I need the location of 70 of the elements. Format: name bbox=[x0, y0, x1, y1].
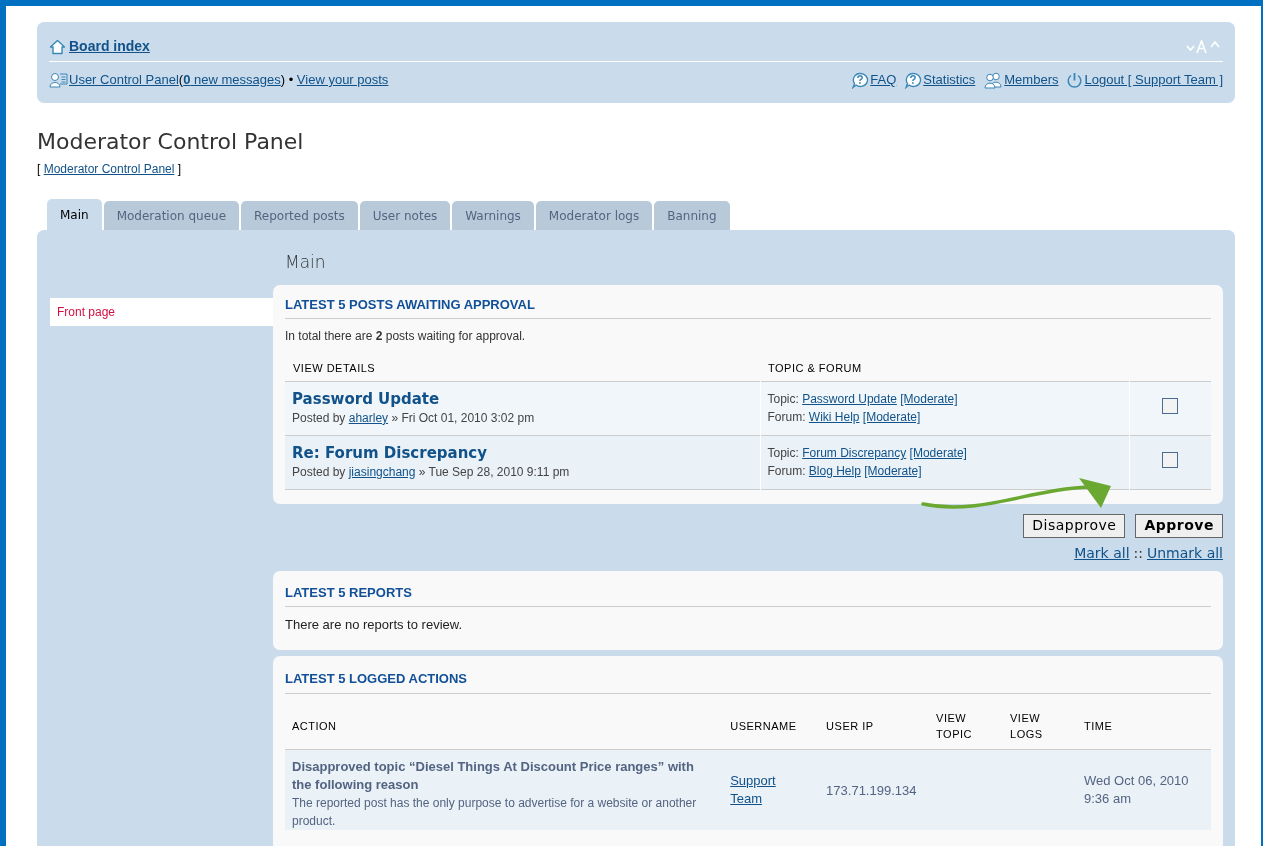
separator-text: :: bbox=[1133, 544, 1143, 564]
tab[interactable]: Moderation queue bbox=[103, 201, 240, 230]
disapprove-button[interactable]: Disapprove bbox=[1023, 513, 1126, 538]
nav-link[interactable]: FAQ bbox=[870, 70, 897, 90]
tab[interactable]: Moderator logs bbox=[535, 201, 653, 230]
panel-heading: LATEST 5 POSTS AWAITING APPROVAL bbox=[285, 294, 1211, 320]
help-icon bbox=[851, 71, 870, 89]
moderate-link[interactable]: [Moderate] bbox=[864, 464, 922, 479]
home-icon bbox=[49, 38, 66, 55]
moderate-link[interactable]: [Moderate] bbox=[862, 410, 921, 425]
column-header: USER IP bbox=[826, 718, 874, 734]
unmark-all-link[interactable]: Unmark all bbox=[1147, 543, 1223, 565]
view-posts-link[interactable]: View your posts bbox=[296, 72, 389, 88]
column-header: USERNAME bbox=[730, 718, 797, 734]
help-icon bbox=[904, 71, 923, 89]
checkbox[interactable] bbox=[1162, 451, 1179, 468]
post-title-link[interactable]: Password Update bbox=[292, 389, 440, 409]
column-header: ACTION bbox=[292, 718, 337, 734]
moderate-link[interactable]: [Moderate] bbox=[900, 392, 958, 407]
panel-heading: LATEST 5 REPORTS bbox=[285, 582, 1211, 608]
topic-text: Topic: Password Update [Moderate] bbox=[767, 391, 958, 409]
forum-link[interactable]: Wiki Help bbox=[808, 410, 860, 425]
section-heading: Main bbox=[285, 251, 326, 274]
tab[interactable]: Warnings bbox=[452, 201, 534, 230]
tab[interactable]: Reported posts bbox=[241, 201, 358, 230]
user-icon bbox=[49, 72, 69, 88]
tab[interactable]: Main bbox=[47, 199, 102, 230]
time-text: Wed Oct 06, 2010 9:36 am bbox=[1084, 772, 1190, 809]
checkbox[interactable] bbox=[1162, 397, 1179, 414]
control-panel-link[interactable]: User Control Panel bbox=[69, 72, 179, 88]
author-link[interactable]: jiasingchang bbox=[348, 464, 416, 479]
nav-link[interactable]: Members bbox=[1004, 70, 1059, 90]
tab[interactable]: User notes bbox=[359, 201, 451, 230]
board-index-link[interactable]: Board index bbox=[69, 36, 150, 57]
author-link[interactable]: aharley bbox=[348, 410, 389, 425]
ip-text: 173.71.199.134 bbox=[826, 782, 917, 798]
byline-text: Posted by aharley » Fri Oct 01, 2010 3:02 pm bbox=[292, 409, 535, 427]
byline-text: Posted by jiasingchang » Tue Sep 28, 2010 9:11 pm bbox=[292, 463, 570, 481]
reason-text: The reported post has the only purpose to advertise for a website or another product. bbox=[292, 795, 698, 831]
approve-button[interactable]: Approve bbox=[1135, 513, 1223, 538]
mark-all-link[interactable]: Mark all bbox=[1074, 543, 1130, 565]
sidebar-item[interactable]: Front page bbox=[50, 298, 273, 326]
members-icon bbox=[983, 71, 1004, 89]
column-header: VIEW TOPIC bbox=[936, 710, 973, 742]
breadcrumb-text: [ Moderator Control Panel ] bbox=[37, 161, 182, 178]
power-icon bbox=[1066, 71, 1084, 89]
column-header: TIME bbox=[1084, 718, 1113, 734]
breadcrumb-link[interactable]: Moderator Control Panel bbox=[43, 162, 175, 176]
column-header: VIEW DETAILS bbox=[293, 361, 376, 374]
forum-text: Forum: Blog Help [Moderate] bbox=[767, 463, 922, 481]
nav-link[interactable]: Statistics bbox=[923, 70, 976, 90]
tab[interactable]: Banning bbox=[654, 201, 730, 230]
moderate-link[interactable]: [Moderate] bbox=[909, 446, 967, 461]
username-link[interactable]: Support Team bbox=[730, 772, 791, 809]
nav-link[interactable]: Logout [ Support Team ] bbox=[1084, 70, 1223, 90]
messages-link[interactable]: 0 new messages bbox=[183, 72, 281, 88]
forum-text: Forum: Wiki Help [Moderate] bbox=[767, 409, 921, 427]
message-text: There are no reports to review. bbox=[285, 616, 463, 635]
column-header: TOPIC & FORUM bbox=[768, 361, 862, 374]
topic-text: Topic: Forum Discrepancy [Moderate] bbox=[767, 445, 967, 463]
action-text: Disapproved topic “Diesel Things At Discount Price ranges” with the following reason bbox=[292, 758, 695, 795]
forum-link[interactable]: Blog Help bbox=[808, 464, 861, 479]
page-title: Moderator Control Panel bbox=[37, 128, 305, 156]
user-menu-text: User Control Panel(0 new messages) • View your posts bbox=[69, 71, 389, 90]
summary-text: In total there are 2 posts waiting for approval. bbox=[285, 328, 526, 346]
topic-link[interactable]: Password Update bbox=[802, 392, 897, 407]
column-header: VIEW LOGS bbox=[1010, 710, 1044, 742]
panel-heading: LATEST 5 LOGGED ACTIONS bbox=[285, 669, 1211, 694]
topic-link[interactable]: Forum Discrepancy bbox=[802, 446, 907, 461]
post-title-link[interactable]: Re: Forum Discrepancy bbox=[292, 443, 487, 463]
